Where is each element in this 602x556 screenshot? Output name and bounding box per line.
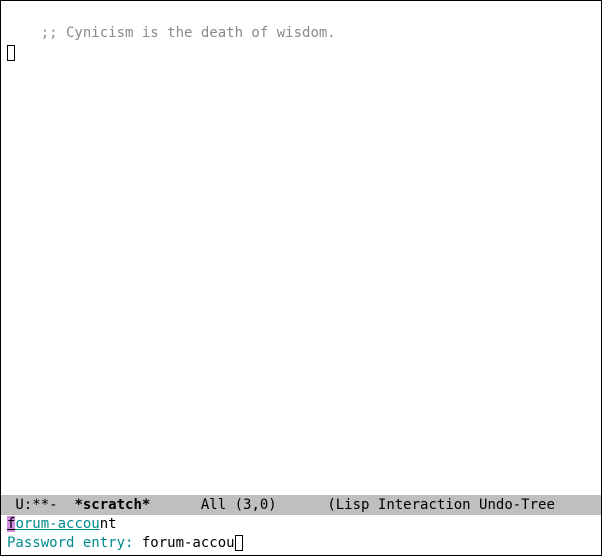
modeline-modes: (Lisp Interaction Undo-Tree [327,497,555,513]
buffer-comment-line: ;; Cynicism is the death of wisdom. [41,25,336,41]
modeline-gap [150,497,201,513]
completion-rest: nt [100,516,117,532]
minibuf-input[interactable]: forum-accou [142,535,235,551]
modeline-buffer-name: *scratch* [74,497,150,513]
modeline-gap2 [277,497,328,513]
scratch-buffer[interactable]: ;; Cynicism is the death of wisdom. [1,1,601,495]
modeline-position: All (3,0) [201,497,277,513]
minibuf-prompt-line[interactable]: Password entry: forum-accou [7,534,595,553]
completion-match: orum-accou [15,516,99,532]
emacs-frame: ;; Cynicism is the death of wisdom. U:**… [0,0,602,556]
minibuf-cursor [235,535,243,551]
modeline-status: U:**- [7,497,74,513]
mode-line[interactable]: U:**- *scratch* All (3,0) (Lisp Interact… [1,495,601,515]
minibuf-prompt: Password entry: [7,535,142,551]
minibuffer[interactable]: forum-account Password entry: forum-acco… [1,515,601,555]
minibuf-completion-line: forum-account [7,515,595,534]
buffer-cursor [7,45,15,61]
